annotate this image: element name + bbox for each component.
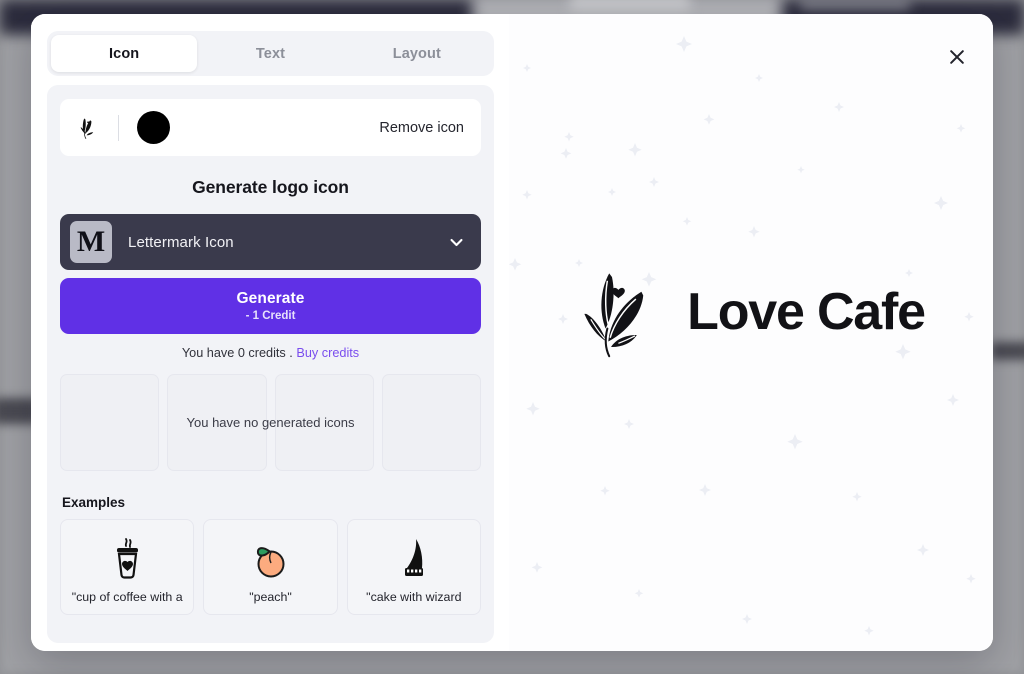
example-caption: "cake with wizard [366, 590, 462, 604]
logo-preview: Love Cafe [509, 262, 993, 362]
generate-label: Generate [236, 290, 305, 307]
generated-icon-slot[interactable] [167, 374, 267, 471]
tab-icon-label: Icon [109, 45, 140, 62]
close-icon [950, 50, 964, 64]
example-card-coffee[interactable]: "cup of coffee with a [60, 519, 195, 615]
generate-cost: - 1 Credit [245, 310, 296, 322]
generated-icon-slot[interactable] [274, 374, 374, 471]
examples-heading: Examples [62, 495, 126, 510]
backdrop-right-text [990, 342, 1024, 360]
example-caption: "peach" [249, 590, 292, 604]
close-modal-button[interactable] [943, 43, 971, 71]
icon-color-swatch[interactable] [137, 111, 170, 144]
example-caption: "cup of coffee with a [71, 590, 183, 604]
tab-text[interactable]: Text [197, 35, 343, 72]
credits-line: You have 0 credits . Buy credits [60, 346, 481, 360]
icon-row-divider [118, 114, 119, 141]
tab-layout-label: Layout [392, 45, 441, 62]
wizard-hat-icon [397, 534, 431, 582]
generated-icon-slot[interactable] [381, 374, 481, 471]
logo-editor-modal: Icon Text Layout Remove icon Generate lo… [31, 14, 993, 651]
leaf-logo-icon [80, 117, 94, 139]
leaf-logo-icon [584, 273, 644, 358]
logo-brand-text: Love Cafe [687, 283, 926, 341]
generated-icon-slot[interactable] [60, 374, 160, 471]
editor-panel: Icon Text Layout Remove icon Generate lo… [31, 14, 509, 651]
tab-layout[interactable]: Layout [344, 35, 490, 72]
tab-icon[interactable]: Icon [51, 35, 198, 72]
generate-section-title: Generate logo icon [192, 177, 349, 197]
tab-text-label: Text [255, 45, 286, 62]
chevron-down-icon [450, 238, 463, 246]
peach-icon [250, 534, 290, 582]
coffee-cup-icon [109, 534, 145, 582]
current-icon-row: Remove icon [60, 99, 481, 156]
select-thumb-letter: M [70, 221, 112, 263]
example-card-peach[interactable]: "peach" [203, 519, 338, 615]
icon-style-select[interactable]: M Lettermark Icon [60, 214, 481, 270]
credits-text: You have 0 credits . [181, 346, 293, 360]
examples-grid: "cup of coffee with a "peach" "cake with… [60, 519, 481, 615]
buy-credits-link[interactable]: Buy credits [296, 346, 359, 360]
remove-icon-button[interactable]: Remove icon [379, 120, 464, 136]
logo-preview-panel: Love Cafe Download [509, 14, 993, 651]
generated-icons-grid: You have no generated icons [60, 374, 481, 471]
backdrop-topbar-text-2 [800, 0, 910, 10]
icon-tab-panel: Remove icon Generate logo icon M Letterm… [47, 85, 494, 643]
editor-tabs: Icon Text Layout [47, 31, 494, 76]
backdrop-topbar-text [570, 0, 690, 12]
select-value: Lettermark Icon [128, 233, 234, 251]
generate-button[interactable]: Generate - 1 Credit [60, 278, 481, 334]
example-card-wizard[interactable]: "cake with wizard [346, 519, 481, 615]
